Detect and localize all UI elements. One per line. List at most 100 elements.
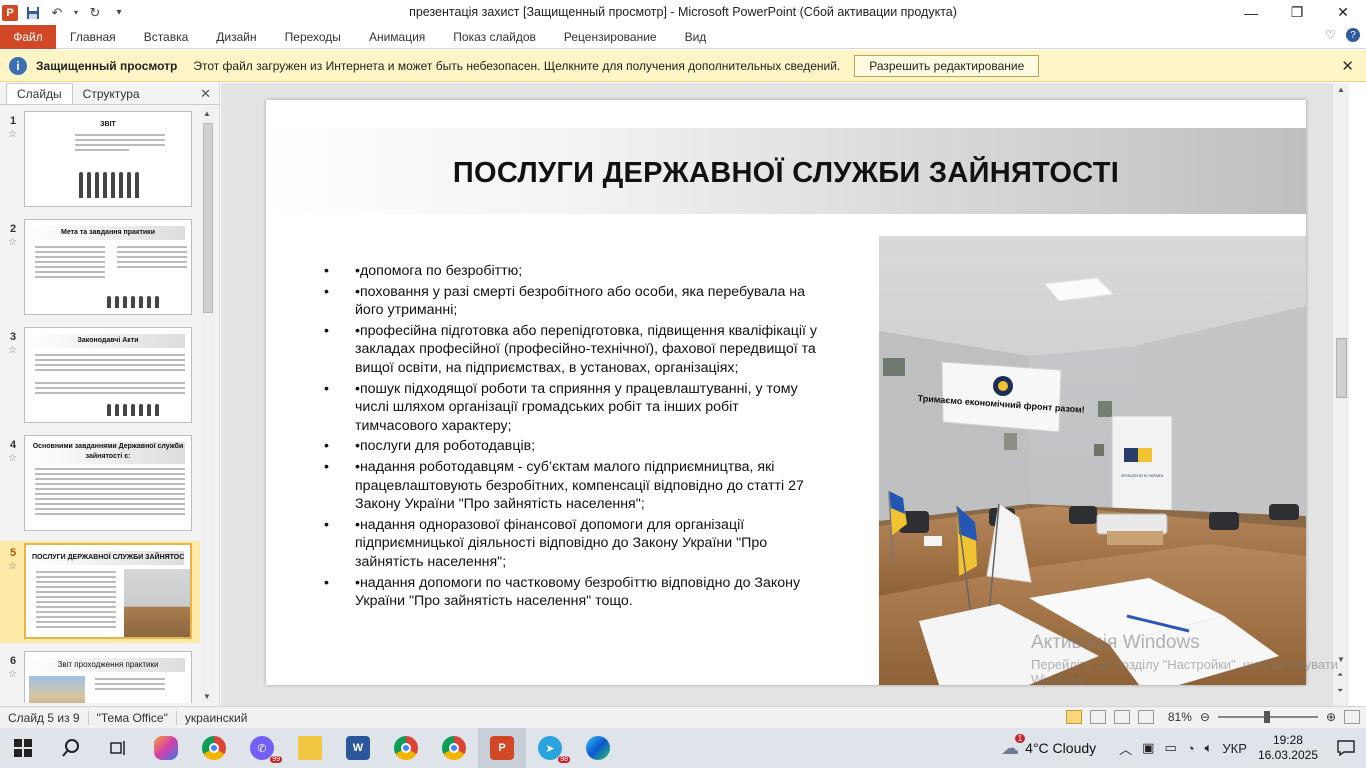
- bullet-item: •професійна підготовка або перепідготовк…: [324, 322, 824, 378]
- cloud-icon: ☁ 1: [1001, 733, 1026, 759]
- slide-thumbnail-3[interactable]: 3 ☆ Законодавчі Акти: [0, 325, 200, 427]
- reading-view-icon[interactable]: [1113, 710, 1130, 724]
- tab-view[interactable]: Вид: [671, 25, 721, 49]
- wifi-icon[interactable]: ◔: [1187, 741, 1195, 756]
- slide-number: 5: [10, 547, 17, 559]
- telegram-badge: 98: [558, 756, 570, 763]
- thumbnail-title: Звіт проходження практики: [31, 658, 185, 672]
- next-slide-icon[interactable]: ⏷: [1337, 686, 1343, 696]
- slide-editing-area: ПОСЛУГИ ДЕРЖАВНОЇ СЛУЖБИ ЗАЙНЯТОСТІ •доп…: [221, 83, 1349, 706]
- bullet-item: •поховання у разі смерті безробітного аб…: [324, 283, 824, 320]
- quick-access-toolbar: ↶ ▾ ↻ ▾: [24, 4, 128, 22]
- protected-view-message[interactable]: Этот файл загружен из Интернета и может …: [193, 59, 840, 73]
- slide-number: 4: [10, 439, 17, 451]
- info-shield-icon: i: [9, 56, 27, 75]
- help-icon[interactable]: ?: [1346, 28, 1360, 42]
- volume-icon[interactable]: 🔈︎: [1205, 740, 1213, 756]
- tab-home[interactable]: Главная: [56, 25, 130, 49]
- powerpoint-icon[interactable]: P: [2, 4, 18, 21]
- tab-insert[interactable]: Вставка: [130, 25, 203, 49]
- bullet-item: •надання роботодавцям - суб’єктам малого…: [324, 458, 824, 514]
- viber-icon[interactable]: ✆ 99: [238, 728, 286, 768]
- slide-thumbnail-6[interactable]: 6 ☆ Звіт проходження практики: [0, 649, 200, 703]
- tab-review[interactable]: Рецензирование: [550, 25, 671, 49]
- search-icon[interactable]: [46, 728, 96, 768]
- office-photo[interactable]: Тримаємо економічний фронт разом! ЗРОБЛЕ…: [879, 236, 1306, 685]
- input-language[interactable]: УКР: [1222, 741, 1247, 756]
- thumbnail-title: ПОСЛУГИ ДЕРЖАВНОЇ СЛУЖБИ ЗАЙНЯТОСТІ: [32, 551, 184, 565]
- close-button[interactable]: ✕: [1320, 0, 1366, 25]
- time: 19:28: [1272, 733, 1303, 747]
- protected-view-bar[interactable]: i Защищенный просмотр Этот файл загружен…: [0, 50, 1366, 82]
- tab-file[interactable]: Файл: [0, 24, 56, 49]
- rollup-text: ЗРОБЛЕНО В УКРАЇНІ: [1121, 473, 1163, 478]
- chrome-icon[interactable]: [190, 728, 238, 768]
- tab-outline[interactable]: Структура: [73, 84, 150, 104]
- tab-slideshow[interactable]: Показ слайдов: [439, 25, 550, 49]
- enable-editing-button[interactable]: Разрешить редактирование: [854, 54, 1040, 77]
- telegram-icon[interactable]: ➤ 98: [526, 728, 574, 768]
- slide-thumbnail-2[interactable]: 2 ☆ Мета та завдання практики: [0, 217, 200, 319]
- task-view-icon[interactable]: [96, 728, 142, 768]
- bullet-list[interactable]: •допомога по безробіттю; •поховання у ра…: [324, 262, 824, 613]
- thumbnail-image: Звіт проходження практики: [24, 651, 192, 703]
- chrome-profile-2-icon[interactable]: [430, 728, 478, 768]
- slide-scrollbar[interactable]: ▲ ▼ ⏶ ⏷: [1332, 83, 1349, 706]
- undo-dropdown-icon[interactable]: ▾: [72, 4, 80, 22]
- tab-slides[interactable]: Слайды: [6, 83, 73, 104]
- slide-thumbnail-5[interactable]: 5 ☆ ПОСЛУГИ ДЕРЖАВНОЇ СЛУЖБИ ЗАЙНЯТОСТІ: [0, 541, 200, 643]
- window-title: презентація захист [Защищенный просмотр]…: [409, 5, 957, 19]
- expand-ribbon-icon[interactable]: ♡: [1325, 28, 1336, 42]
- slide-title[interactable]: ПОСЛУГИ ДЕРЖАВНОЇ СЛУЖБИ ЗАЙНЯТОСТІ: [266, 157, 1306, 190]
- battery-icon[interactable]: ▭: [1164, 740, 1176, 756]
- customize-qat-icon[interactable]: ▾: [110, 4, 128, 22]
- slideshow-icon[interactable]: [1137, 710, 1154, 724]
- tab-animations[interactable]: Анимация: [355, 25, 439, 49]
- slide-number: 3: [10, 331, 17, 343]
- start-button[interactable]: [0, 728, 46, 768]
- word-icon[interactable]: W: [334, 728, 382, 768]
- fit-to-window-icon[interactable]: [1344, 710, 1360, 724]
- save-icon[interactable]: [24, 4, 42, 22]
- chevron-up-icon[interactable]: ︿: [1119, 739, 1132, 758]
- meet-now-icon[interactable]: ▣: [1142, 740, 1154, 756]
- slide-thumbnail-4[interactable]: 4 ☆ Основними завданнями Державної служб…: [0, 433, 200, 535]
- notifications-icon[interactable]: [1326, 728, 1366, 768]
- thumbnail-image: Законодавчі Акти: [24, 327, 192, 423]
- file-explorer-icon[interactable]: [286, 728, 334, 768]
- normal-view-icon[interactable]: [1065, 710, 1082, 724]
- edge-icon[interactable]: [574, 728, 622, 768]
- undo-icon[interactable]: ↶: [48, 4, 66, 22]
- close-pane-icon[interactable]: ✕: [200, 86, 211, 102]
- weather-alert-badge: 1: [1014, 733, 1026, 743]
- redo-icon[interactable]: ↻: [86, 4, 104, 22]
- minimize-button[interactable]: —: [1228, 0, 1274, 25]
- theme-name: "Тема Office": [89, 710, 177, 725]
- activation-watermark-text: Перейдіть до розділу "Настройки", щоб ак…: [1031, 657, 1339, 687]
- slide-number: 6: [10, 655, 17, 667]
- zoom-slider[interactable]: [1217, 711, 1318, 723]
- restore-button[interactable]: ❐: [1274, 0, 1320, 25]
- language-indicator[interactable]: украинский: [177, 711, 256, 725]
- bullet-item: •надання допомоги по частковому безробіт…: [324, 574, 824, 611]
- zoom-in-icon[interactable]: ⊕: [1326, 710, 1336, 724]
- weather-widget[interactable]: ☁ 1 4°C Cloudy: [1001, 733, 1096, 759]
- powerpoint-taskbar-icon[interactable]: P: [478, 728, 526, 768]
- title-bar: P ↶ ▾ ↻ ▾ презентація захист [Защищенный…: [0, 0, 1366, 25]
- chrome-profile-icon[interactable]: [382, 728, 430, 768]
- thumbnail-title: Законодавчі Акти: [31, 334, 185, 348]
- clock[interactable]: 19:28 16.03.2025: [1258, 733, 1318, 763]
- zoom-level[interactable]: 81%: [1168, 710, 1192, 724]
- zoom-out-icon[interactable]: ⊖: [1200, 710, 1210, 724]
- slide-sorter-icon[interactable]: [1089, 710, 1106, 724]
- slide-thumbnail-1[interactable]: 1 ☆ ЗВІТ: [0, 109, 200, 211]
- thumbnail-image: ЗВІТ: [24, 111, 192, 207]
- thumbnails-scrollbar[interactable]: ▲ ▼: [201, 107, 215, 703]
- copilot-icon[interactable]: [142, 728, 190, 768]
- windows-taskbar: ✆ 99 W P ➤ 98 ☁ 1 4°C Cloudy ︿ ▣ ▭ ◔ 🔈︎ УКР…: [0, 728, 1366, 768]
- tab-design[interactable]: Дизайн: [202, 25, 270, 49]
- status-bar: Слайд 5 из 9 "Тема Office" украинский 81…: [0, 706, 1366, 728]
- tab-transitions[interactable]: Переходы: [271, 25, 355, 49]
- current-slide[interactable]: ПОСЛУГИ ДЕРЖАВНОЇ СЛУЖБИ ЗАЙНЯТОСТІ •доп…: [266, 100, 1306, 685]
- close-icon[interactable]: ✕: [1341, 57, 1354, 75]
